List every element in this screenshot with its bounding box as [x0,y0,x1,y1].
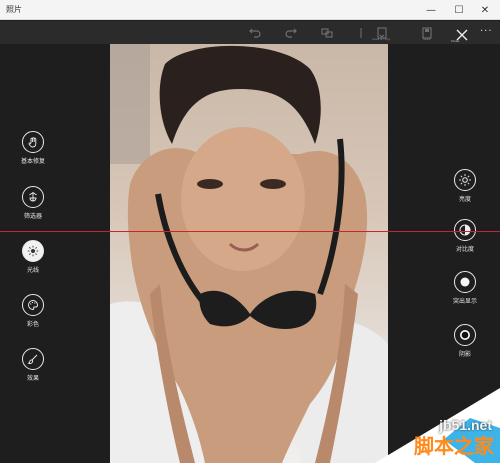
title-bar: 照片 — ☐ ✕ [0,0,500,20]
save-copy-label: Save a copy [372,37,391,41]
filter-icon [22,186,44,208]
brightness-icon [454,169,476,191]
tool-label: 效果 [26,375,39,382]
tool-label: 光线 [26,267,39,274]
close-window-button[interactable]: ✕ [478,3,492,17]
photo-image [110,44,388,463]
hand-icon [22,131,44,153]
app-title: 照片 [6,5,22,14]
shadow-icon [454,324,476,346]
tool-effects[interactable]: 效果 [3,348,63,382]
photo-canvas[interactable] [110,44,388,463]
highlight-icon [454,271,476,293]
contrast-icon [454,219,476,241]
adjust-brightness[interactable]: 亮度 [435,169,495,203]
adjust-label: 阴影 [458,351,471,358]
undo-icon[interactable] [248,25,262,39]
tool-label: 基本修复 [20,158,45,165]
tool-light[interactable]: 光线 [3,240,63,274]
edit-toolbar: Save a copy Save Close ··· [0,21,500,44]
compare-icon[interactable] [320,25,334,39]
close-editor-label: Close [451,39,460,43]
brush-icon [22,348,44,370]
site-watermark: jb51.net 脚本之家 [375,388,500,463]
palette-icon [22,294,44,316]
sun-icon [22,240,44,262]
separator-icon [354,25,368,39]
adjust-label: 亮度 [458,196,471,203]
save-label: Save [423,37,431,41]
redo-icon[interactable] [284,25,298,39]
close-editor-icon[interactable] [456,26,468,41]
tool-filters[interactable]: 筛选器 [3,186,63,220]
tool-basic-fix[interactable]: 基本修复 [3,131,63,165]
adjust-label: 突出显示 [452,298,477,305]
adjust-label: 对比度 [455,246,474,253]
adjust-highlights[interactable]: 突出显示 [435,271,495,305]
tool-label: 彩色 [26,321,39,328]
adjust-contrast[interactable]: 对比度 [435,219,495,253]
tool-color[interactable]: 彩色 [3,294,63,328]
tool-label: 筛选器 [23,213,42,220]
adjust-shadows[interactable]: 阴影 [435,324,495,358]
maximize-button[interactable]: ☐ [452,3,466,17]
minimize-button[interactable]: — [424,3,438,17]
guide-line [0,231,500,232]
watermark-name: 脚本之家 [414,434,494,458]
more-options-icon[interactable]: ··· [480,26,493,37]
